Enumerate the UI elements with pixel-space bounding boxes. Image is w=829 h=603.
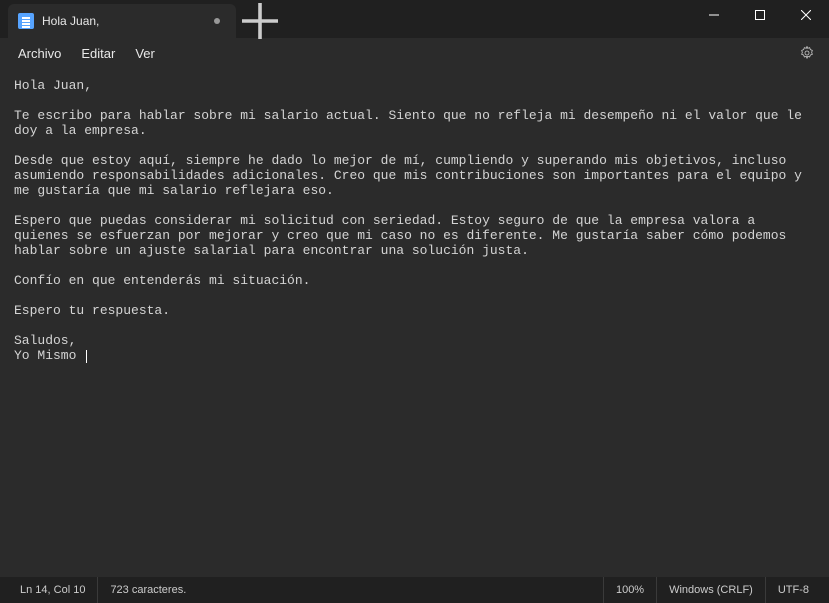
status-eol[interactable]: Windows (CRLF): [656, 577, 765, 603]
menu-view[interactable]: Ver: [125, 42, 165, 65]
text-cursor: [86, 350, 87, 363]
minimize-icon: [709, 10, 719, 20]
maximize-button[interactable]: [737, 0, 783, 30]
menu-bar: Archivo Editar Ver: [0, 38, 829, 68]
gear-icon: [799, 45, 815, 61]
status-encoding[interactable]: UTF-8: [765, 577, 821, 603]
document-tab[interactable]: Hola Juan,: [8, 4, 236, 38]
close-icon: [801, 10, 811, 20]
window-controls: [691, 0, 829, 30]
status-zoom[interactable]: 100%: [603, 577, 656, 603]
menu-edit[interactable]: Editar: [71, 42, 125, 65]
settings-button[interactable]: [793, 39, 821, 67]
document-text: Hola Juan, Te escribo para hablar sobre …: [14, 78, 810, 363]
minimize-button[interactable]: [691, 0, 737, 30]
status-char-count: 723 caracteres.: [97, 577, 198, 603]
plus-icon: [242, 3, 278, 39]
menu-file[interactable]: Archivo: [8, 42, 71, 65]
status-bar: Ln 14, Col 10 723 caracteres. 100% Windo…: [0, 577, 829, 603]
tab-title: Hola Juan,: [42, 14, 99, 28]
unsaved-indicator-icon[interactable]: [214, 18, 220, 24]
maximize-icon: [755, 10, 765, 20]
notepad-icon: [18, 13, 34, 29]
title-bar: Hola Juan,: [0, 0, 829, 38]
close-button[interactable]: [783, 0, 829, 30]
text-editor[interactable]: Hola Juan, Te escribo para hablar sobre …: [0, 68, 829, 577]
status-position[interactable]: Ln 14, Col 10: [8, 577, 97, 603]
new-tab-button[interactable]: [242, 4, 278, 38]
